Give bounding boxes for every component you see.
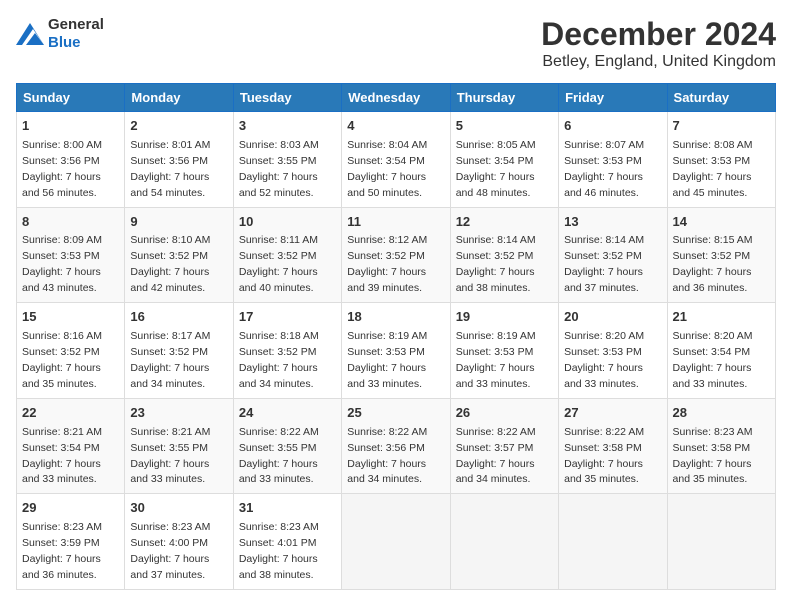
day-22: 22 Sunrise: 8:21 AMSunset: 3:54 PMDaylig… xyxy=(17,398,125,494)
col-saturday: Saturday xyxy=(667,84,775,112)
title-area: December 2024 Betley, England, United Ki… xyxy=(541,16,776,71)
day-3: 3 Sunrise: 8:03 AMSunset: 3:55 PMDayligh… xyxy=(233,112,341,208)
day-17: 17 Sunrise: 8:18 AMSunset: 3:52 PMDaylig… xyxy=(233,303,341,399)
week-1: 1 Sunrise: 8:00 AMSunset: 3:56 PMDayligh… xyxy=(17,112,776,208)
col-wednesday: Wednesday xyxy=(342,84,450,112)
logo-blue: Blue xyxy=(48,34,81,51)
day-24: 24 Sunrise: 8:22 AMSunset: 3:55 PMDaylig… xyxy=(233,398,341,494)
week-2: 8 Sunrise: 8:09 AMSunset: 3:53 PMDayligh… xyxy=(17,207,776,303)
day-27: 27 Sunrise: 8:22 AMSunset: 3:58 PMDaylig… xyxy=(559,398,667,494)
day-4: 4 Sunrise: 8:04 AMSunset: 3:54 PMDayligh… xyxy=(342,112,450,208)
day-25: 25 Sunrise: 8:22 AMSunset: 3:56 PMDaylig… xyxy=(342,398,450,494)
day-18: 18 Sunrise: 8:19 AMSunset: 3:53 PMDaylig… xyxy=(342,303,450,399)
day-6: 6 Sunrise: 8:07 AMSunset: 3:53 PMDayligh… xyxy=(559,112,667,208)
day-8: 8 Sunrise: 8:09 AMSunset: 3:53 PMDayligh… xyxy=(17,207,125,303)
day-10: 10 Sunrise: 8:11 AMSunset: 3:52 PMDaylig… xyxy=(233,207,341,303)
week-5: 29 Sunrise: 8:23 AMSunset: 3:59 PMDaylig… xyxy=(17,494,776,590)
logo: General Blue xyxy=(16,16,104,52)
empty-cell-4 xyxy=(667,494,775,590)
col-friday: Friday xyxy=(559,84,667,112)
day-16: 16 Sunrise: 8:17 AMSunset: 3:52 PMDaylig… xyxy=(125,303,233,399)
day-31: 31 Sunrise: 8:23 AMSunset: 4:01 PMDaylig… xyxy=(233,494,341,590)
day-2: 2 Sunrise: 8:01 AMSunset: 3:56 PMDayligh… xyxy=(125,112,233,208)
week-3: 15 Sunrise: 8:16 AMSunset: 3:52 PMDaylig… xyxy=(17,303,776,399)
col-monday: Monday xyxy=(125,84,233,112)
subtitle: Betley, England, United Kingdom xyxy=(541,53,776,71)
logo-general: General xyxy=(48,16,104,33)
day-14: 14 Sunrise: 8:15 AMSunset: 3:52 PMDaylig… xyxy=(667,207,775,303)
main-title: December 2024 xyxy=(541,16,776,53)
day-23: 23 Sunrise: 8:21 AMSunset: 3:55 PMDaylig… xyxy=(125,398,233,494)
day-9: 9 Sunrise: 8:10 AMSunset: 3:52 PMDayligh… xyxy=(125,207,233,303)
col-sunday: Sunday xyxy=(17,84,125,112)
calendar-table: Sunday Monday Tuesday Wednesday Thursday… xyxy=(16,83,776,590)
empty-cell-3 xyxy=(559,494,667,590)
col-thursday: Thursday xyxy=(450,84,558,112)
day-21: 21 Sunrise: 8:20 AMSunset: 3:54 PMDaylig… xyxy=(667,303,775,399)
day-1: 1 Sunrise: 8:00 AMSunset: 3:56 PMDayligh… xyxy=(17,112,125,208)
day-5: 5 Sunrise: 8:05 AMSunset: 3:54 PMDayligh… xyxy=(450,112,558,208)
day-30: 30 Sunrise: 8:23 AMSunset: 4:00 PMDaylig… xyxy=(125,494,233,590)
week-4: 22 Sunrise: 8:21 AMSunset: 3:54 PMDaylig… xyxy=(17,398,776,494)
logo-icon xyxy=(16,23,44,45)
day-12: 12 Sunrise: 8:14 AMSunset: 3:52 PMDaylig… xyxy=(450,207,558,303)
day-19: 19 Sunrise: 8:19 AMSunset: 3:53 PMDaylig… xyxy=(450,303,558,399)
day-13: 13 Sunrise: 8:14 AMSunset: 3:52 PMDaylig… xyxy=(559,207,667,303)
day-11: 11 Sunrise: 8:12 AMSunset: 3:52 PMDaylig… xyxy=(342,207,450,303)
day-28: 28 Sunrise: 8:23 AMSunset: 3:58 PMDaylig… xyxy=(667,398,775,494)
day-15: 15 Sunrise: 8:16 AMSunset: 3:52 PMDaylig… xyxy=(17,303,125,399)
empty-cell-1 xyxy=(342,494,450,590)
header-row: Sunday Monday Tuesday Wednesday Thursday… xyxy=(17,84,776,112)
header: General Blue December 2024 Betley, Engla… xyxy=(16,16,776,71)
empty-cell-2 xyxy=(450,494,558,590)
day-29: 29 Sunrise: 8:23 AMSunset: 3:59 PMDaylig… xyxy=(17,494,125,590)
day-26: 26 Sunrise: 8:22 AMSunset: 3:57 PMDaylig… xyxy=(450,398,558,494)
day-7: 7 Sunrise: 8:08 AMSunset: 3:53 PMDayligh… xyxy=(667,112,775,208)
logo-text: General Blue xyxy=(48,16,104,52)
day-20: 20 Sunrise: 8:20 AMSunset: 3:53 PMDaylig… xyxy=(559,303,667,399)
col-tuesday: Tuesday xyxy=(233,84,341,112)
